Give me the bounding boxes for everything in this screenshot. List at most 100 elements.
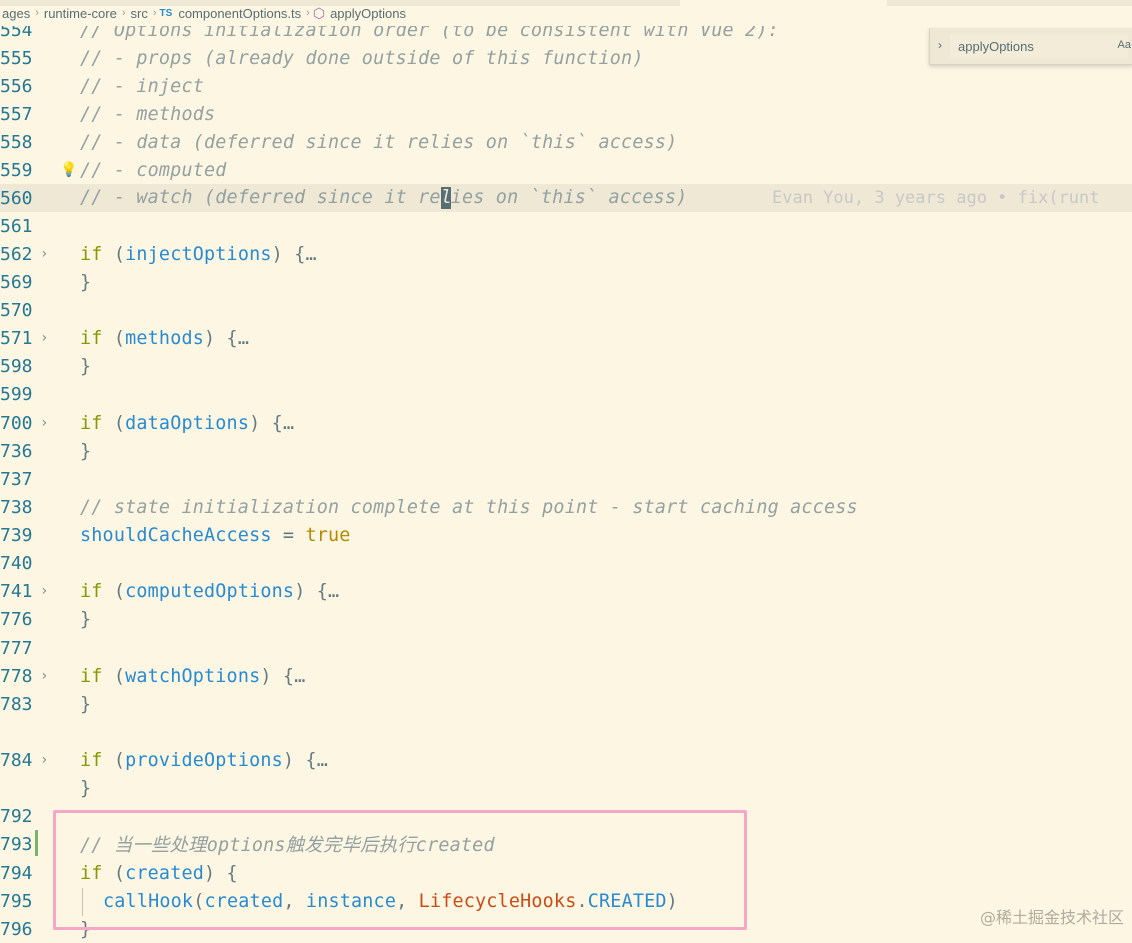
comment-text: // state initialization complete at this… [80, 496, 858, 518]
code-line: 778 › if (watchOptions) {… [0, 662, 1132, 690]
comment-after-cursor: ies on `this` access) [450, 187, 688, 208]
operator: = [271, 524, 306, 546]
folded-ellipsis[interactable]: … [283, 413, 294, 434]
code-line: 783 } [0, 690, 1132, 718]
keyword: if [80, 580, 103, 602]
breadcrumb-runtime-core[interactable]: runtime-core [44, 6, 117, 21]
code-text: shouldCacheAccess = true [80, 525, 351, 546]
closing-brace: } [80, 440, 92, 462]
line-number: 700 [0, 412, 33, 434]
active-tab-indicator [680, 0, 887, 6]
code-line: 777 [0, 634, 1132, 662]
line-number: 569 [0, 271, 33, 293]
line-number: 740 [0, 552, 33, 574]
code-text: if (computedOptions) {… [80, 580, 340, 602]
line-number: 599 [0, 383, 33, 405]
fold-chevron-icon[interactable]: › [40, 752, 48, 768]
identifier: watchOptions [125, 665, 261, 687]
line-number: 561 [0, 215, 33, 237]
find-input-value: applyOptions [958, 38, 1034, 54]
line-number: 777 [0, 637, 33, 659]
folded-ellipsis[interactable]: … [328, 581, 339, 602]
code-text: if (methods) {… [80, 327, 250, 349]
folded-ellipsis[interactable]: … [317, 750, 328, 771]
toggle-replace-chevron-icon[interactable]: › [938, 38, 942, 52]
code-line: } [0, 774, 1132, 802]
git-modified-gutter-mark[interactable] [35, 830, 38, 856]
line-number: 792 [0, 805, 33, 827]
code-line: 557 // - methods [0, 100, 1132, 128]
code-line: 740 [0, 549, 1132, 577]
keyword: if [80, 665, 103, 687]
comment-text: // - inject [80, 75, 204, 97]
breadcrumb-symbol[interactable]: applyOptions [330, 6, 406, 21]
breadcrumb-packages[interactable]: ages [2, 6, 30, 21]
line-number: 571 [0, 327, 33, 349]
keyword: if [80, 327, 103, 349]
closing-brace: } [80, 693, 92, 715]
lightbulb-icon[interactable]: 💡 [60, 162, 77, 178]
comment-text: // - methods [80, 103, 216, 125]
code-text: if (provideOptions) {… [80, 749, 329, 771]
fold-chevron-icon[interactable]: › [40, 583, 48, 599]
keyword: if [80, 412, 103, 434]
comment-text: // - props (already done outside of this… [80, 47, 644, 69]
breadcrumb-src[interactable]: src [131, 6, 148, 21]
comment-text: // - data (deferred since it relies on `… [80, 131, 678, 153]
line-number: 560 [0, 187, 33, 209]
watermark: @稀土掘金技术社区 [979, 908, 1124, 927]
code-line: 571 › if (methods) {… [0, 324, 1132, 352]
breadcrumb-separator-icon: › [121, 7, 126, 19]
line-number: 776 [0, 608, 33, 630]
identifier: dataOptions [125, 412, 250, 434]
code-text: if (injectOptions) {… [80, 243, 317, 265]
annotation-highlight-box [53, 810, 747, 930]
identifier: computedOptions [125, 580, 295, 602]
line-number: 736 [0, 440, 33, 462]
fold-chevron-icon[interactable]: › [40, 668, 48, 684]
match-case-icon[interactable]: Aa [1118, 39, 1131, 51]
closing-brace: } [80, 271, 92, 293]
git-blame-annotation: Evan You, 3 years ago • fix(runt [772, 188, 1100, 208]
keyword: if [80, 749, 103, 771]
closing-brace: } [80, 608, 92, 630]
closing-brace: } [80, 355, 92, 377]
line-number: 795 [0, 890, 33, 912]
line-number: 557 [0, 103, 33, 125]
folded-ellipsis[interactable]: … [294, 666, 305, 687]
line-number: 796 [0, 918, 33, 940]
identifier: methods [125, 327, 205, 349]
fold-chevron-icon[interactable]: › [40, 415, 48, 431]
code-line: 784 › if (provideOptions) {… [0, 746, 1132, 774]
code-editor[interactable]: 554 // Options initialization order (to … [0, 14, 1132, 940]
code-line: 700 › if (dataOptions) {… [0, 409, 1132, 437]
code-line: 736 } [0, 437, 1132, 465]
comment-text: // - watch (deferred since it relies on … [80, 187, 687, 209]
code-line: 738 // state initialization complete at … [0, 493, 1132, 521]
find-input[interactable]: applyOptions [950, 34, 1128, 58]
line-number: 558 [0, 131, 33, 153]
line-number: 793 [0, 833, 33, 855]
line-number: 783 [0, 693, 33, 715]
comment-before-cursor: // - watch (deferred since it re [80, 187, 441, 208]
line-number: 737 [0, 468, 33, 490]
breadcrumb-separator-icon: › [306, 7, 310, 19]
code-line: 598 } [0, 352, 1132, 380]
folded-ellipsis[interactable]: … [305, 244, 316, 265]
line-number: 598 [0, 355, 33, 377]
line-number: 570 [0, 299, 33, 321]
breadcrumb-file[interactable]: componentOptions.ts [178, 6, 301, 21]
code-line: 558 // - data (deferred since it relies … [0, 128, 1132, 156]
line-number: 556 [0, 75, 33, 97]
code-text: if (watchOptions) {… [80, 665, 306, 687]
boolean-literal: true [305, 524, 351, 546]
folded-ellipsis[interactable]: … [238, 328, 249, 349]
fold-chevron-icon[interactable]: › [40, 246, 48, 262]
fold-chevron-icon[interactable]: › [40, 330, 48, 346]
code-line: 559 💡 // - computed [0, 156, 1132, 184]
keyword: if [80, 243, 103, 265]
line-number: 562 [0, 243, 33, 265]
code-line: 776 } [0, 605, 1132, 633]
identifier: injectOptions [125, 243, 272, 265]
line-number: 794 [0, 862, 33, 884]
